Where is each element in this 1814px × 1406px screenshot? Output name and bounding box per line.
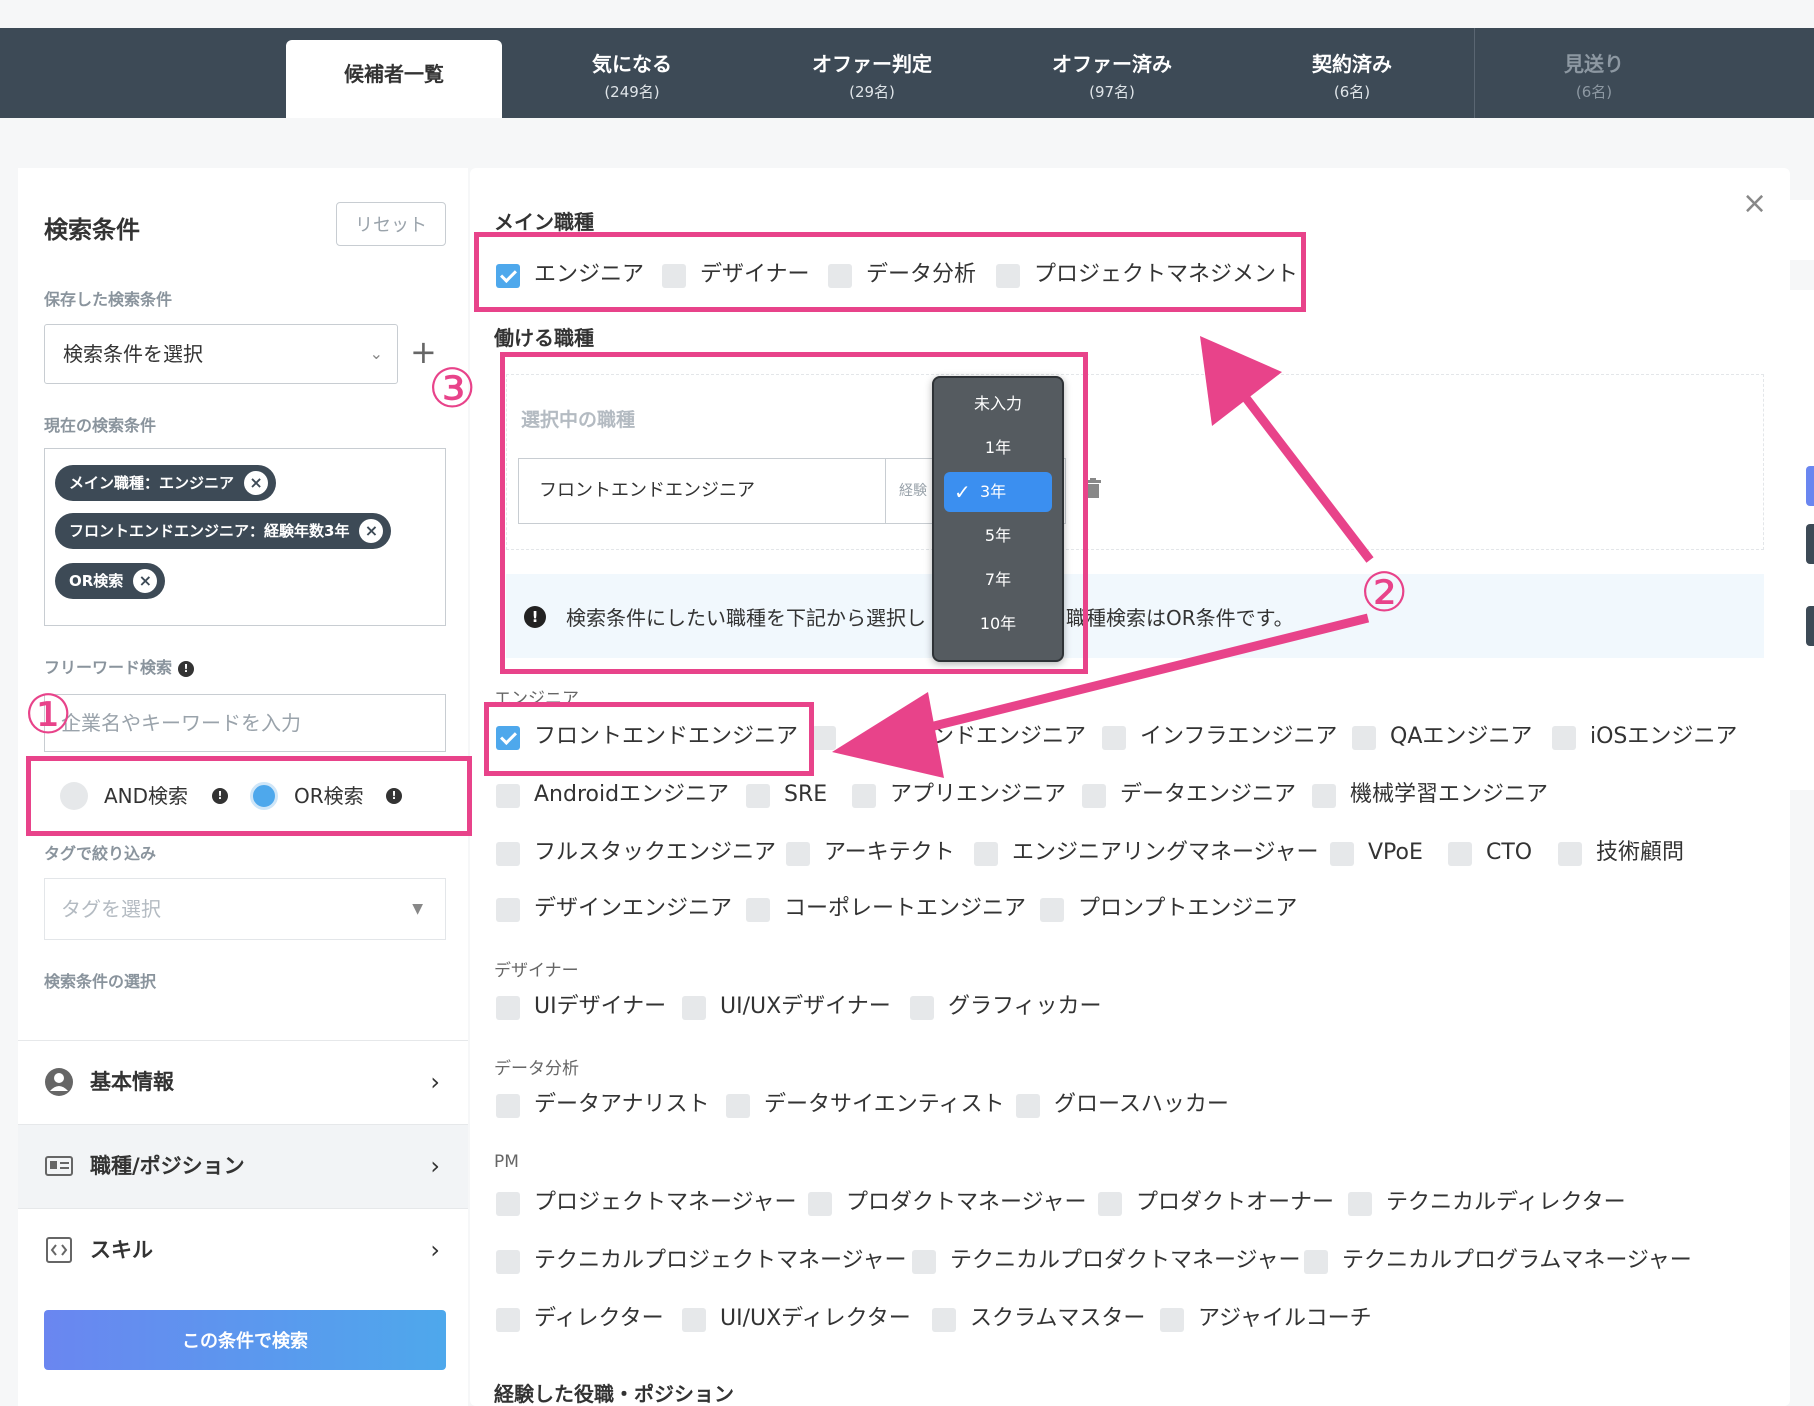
arrow-to-main-job [1242, 395, 1374, 563]
annotation-arrows [832, 336, 1374, 778]
arrow-head [1200, 336, 1282, 426]
arrow-to-frontend [908, 613, 1370, 737]
arrow-head [832, 692, 944, 778]
